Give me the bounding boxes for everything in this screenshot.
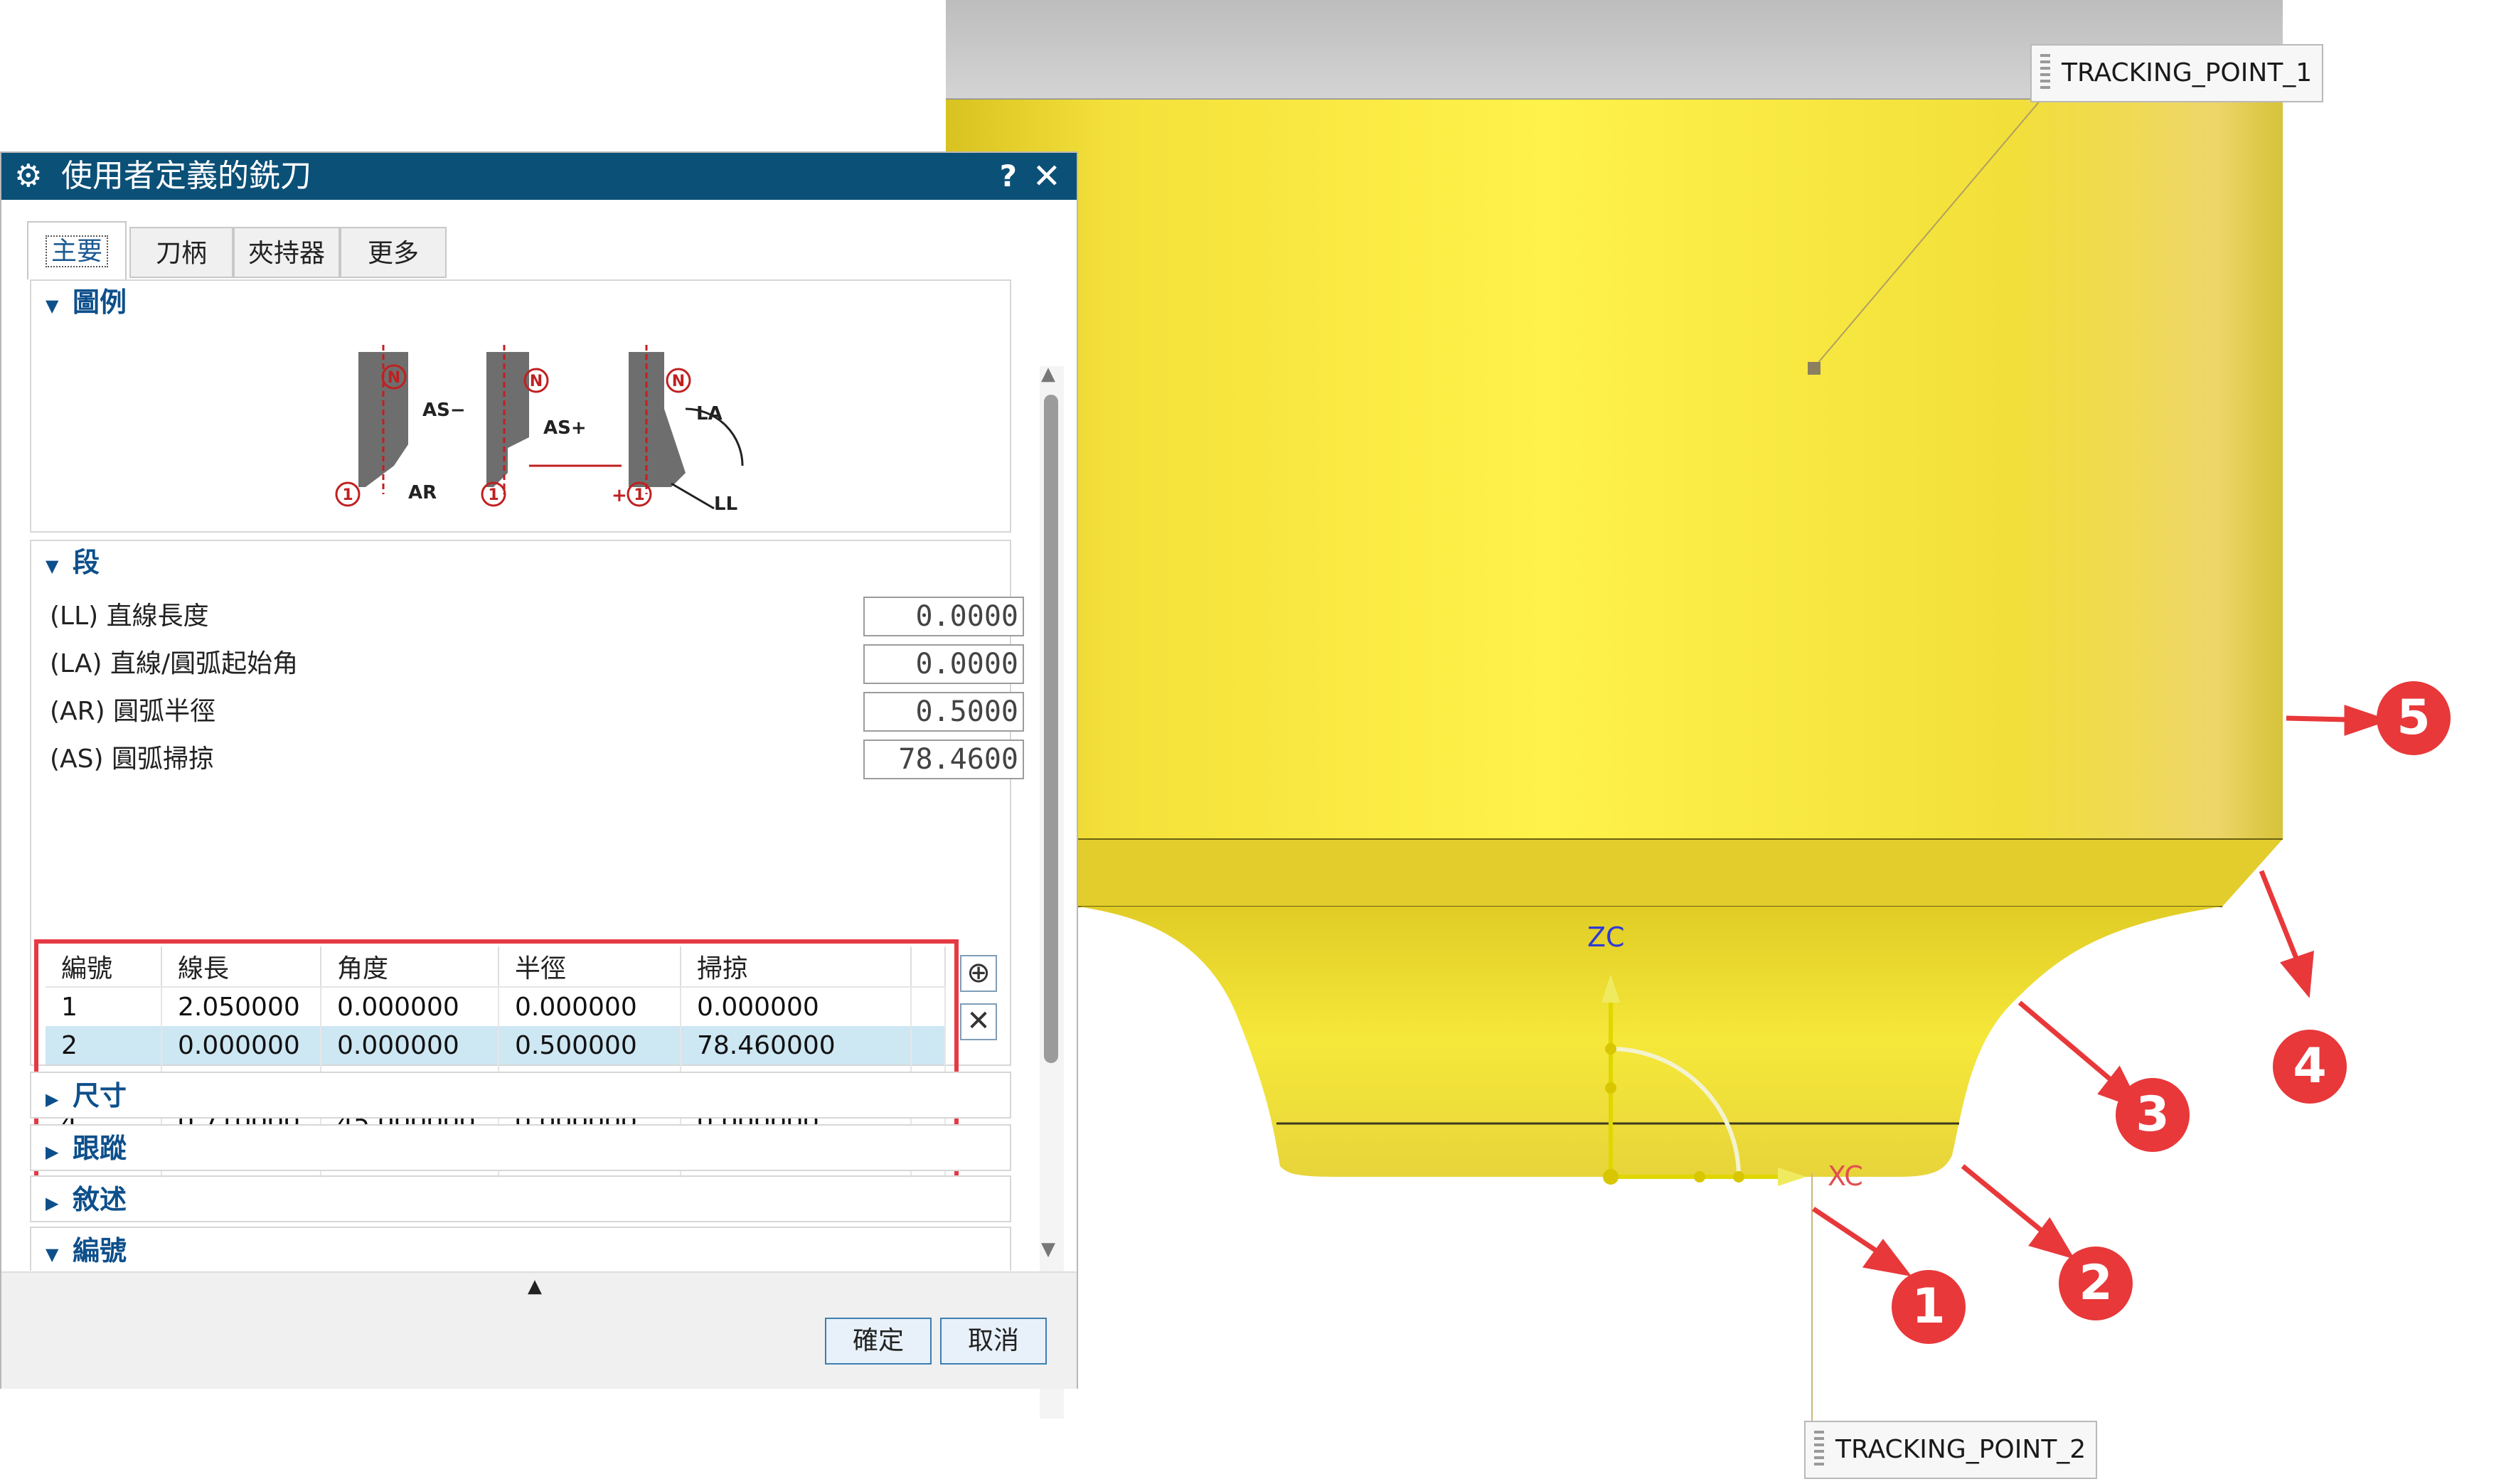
param-la-label: (LA) 直線/圓弧起始角 — [50, 649, 299, 678]
gear-icon: ⚙ — [14, 158, 43, 194]
add-segment-button[interactable]: ⊕ — [960, 955, 997, 992]
tab-main[interactable]: 主要 — [27, 221, 127, 279]
param-la-input[interactable]: 0.0000 — [863, 644, 1024, 684]
collapse-triangle-icon: ▼ — [46, 1244, 59, 1264]
legend-ar: AR — [408, 482, 437, 503]
chamfer-band — [946, 839, 2283, 907]
scroll-up-arrow-icon[interactable]: ▲ — [1041, 363, 1055, 385]
tracking-point-1-text: TRACKING_POINT_1 — [2062, 58, 2313, 87]
segment-group-header[interactable]: ▼ 段 — [46, 541, 100, 584]
legend-plus: + — [612, 485, 627, 506]
ok-button[interactable]: 確定 — [825, 1318, 932, 1365]
legend-n-2: N — [530, 373, 543, 390]
legend-1-a: 1 — [342, 486, 353, 504]
legend-1-b: 1 — [488, 486, 499, 504]
delete-segment-button[interactable]: ✕ — [960, 1003, 997, 1040]
annotation-marker-5: 5 — [2377, 681, 2451, 755]
tab-more[interactable]: 更多 — [340, 227, 447, 278]
number-group: ▼ 編號 — [30, 1227, 1011, 1271]
legend-group: ▼ 圖例 N AS− AR 1 N AS+ 1 N LA LL + 1 — [30, 279, 1011, 533]
param-ll-input[interactable]: 0.0000 — [863, 597, 1024, 636]
legend-ll: LL — [714, 493, 737, 515]
scrollbar-thumb[interactable] — [1044, 395, 1058, 1063]
collapse-triangle-icon: ▼ — [46, 296, 59, 316]
legend-n-1: N — [388, 369, 400, 387]
param-as-label: (AS) 圓弧掃掠 — [50, 744, 215, 774]
help-button[interactable]: ? — [1000, 153, 1017, 200]
param-as-input[interactable]: 78.4600 — [863, 740, 1024, 779]
user-defined-mill-dialog: ⚙ 使用者定義的銑刀 ? ✕ 主要 刀柄 夾持器 更多 ▼ 圖例 N AS− AR… — [0, 151, 1078, 1419]
legend-1-c: 1 — [634, 486, 644, 504]
legend-as-plus: AS+ — [543, 417, 587, 439]
tool-segment-legend-image: N AS− AR 1 N AS+ 1 N LA LL + 1 — [335, 345, 744, 515]
axis-xc-label: XC — [1828, 1160, 1863, 1192]
param-ll-label: (LL) 直線長度 — [50, 602, 209, 631]
close-button[interactable]: ✕ — [1033, 153, 1061, 200]
expand-triangle-icon: ▶ — [46, 1089, 59, 1109]
tracking-group-header[interactable]: ▶ 跟蹤 — [46, 1127, 127, 1170]
collapse-triangle-icon: ▼ — [46, 556, 59, 576]
legend-as-minus: AS− — [422, 400, 466, 421]
annotation-marker-4: 4 — [2273, 1030, 2347, 1104]
param-ar-input[interactable]: 0.5000 — [863, 692, 1024, 732]
size-group: ▶ 尺寸 — [30, 1072, 1011, 1119]
tracking-group: ▶ 跟蹤 — [30, 1124, 1011, 1171]
drag-grip-icon[interactable] — [2040, 54, 2050, 91]
expand-triangle-icon: ▶ — [46, 1193, 59, 1213]
scroll-down-arrow-icon[interactable]: ▼ — [1041, 1239, 1055, 1260]
tab-holder[interactable]: 夾持器 — [233, 227, 340, 278]
tab-shank[interactable]: 刀柄 — [129, 227, 233, 278]
annotation-marker-1: 1 — [1892, 1270, 1966, 1344]
drag-grip-icon[interactable] — [1814, 1431, 1824, 1468]
cancel-button[interactable]: 取消 — [940, 1318, 1047, 1365]
annotation-marker-3: 3 — [2116, 1078, 2190, 1152]
tracking-point-2-text: TRACKING_POINT_2 — [1835, 1435, 2086, 1464]
annotation-marker-2: 2 — [2059, 1247, 2133, 1320]
tracking-point-1-label[interactable]: TRACKING_POINT_1 — [2030, 44, 2324, 102]
description-group: ▶ 敘述 — [30, 1175, 1011, 1222]
axis-zc-label: ZC — [1587, 922, 1625, 953]
number-group-header[interactable]: ▼ 編號 — [46, 1229, 127, 1272]
tracking-point-2-label[interactable]: TRACKING_POINT_2 — [1804, 1421, 2098, 1479]
param-ar-label: (AR) 圓弧半徑 — [50, 697, 216, 726]
dialog-title: 使用者定義的銑刀 — [61, 158, 311, 194]
collapse-dialog-arrow-icon[interactable]: ▲ — [528, 1276, 542, 1297]
legend-n-3: N — [672, 373, 685, 390]
expand-triangle-icon: ▶ — [46, 1142, 59, 1162]
legend-group-header[interactable]: ▼ 圖例 — [46, 281, 127, 324]
size-group-header[interactable]: ▶ 尺寸 — [46, 1074, 127, 1117]
dialog-titlebar[interactable]: ⚙ 使用者定義的銑刀 ? ✕ — [1, 153, 1077, 200]
tool-body — [946, 100, 2283, 839]
description-group-header[interactable]: ▶ 敘述 — [46, 1178, 127, 1221]
tool-tip — [1078, 907, 2222, 1177]
